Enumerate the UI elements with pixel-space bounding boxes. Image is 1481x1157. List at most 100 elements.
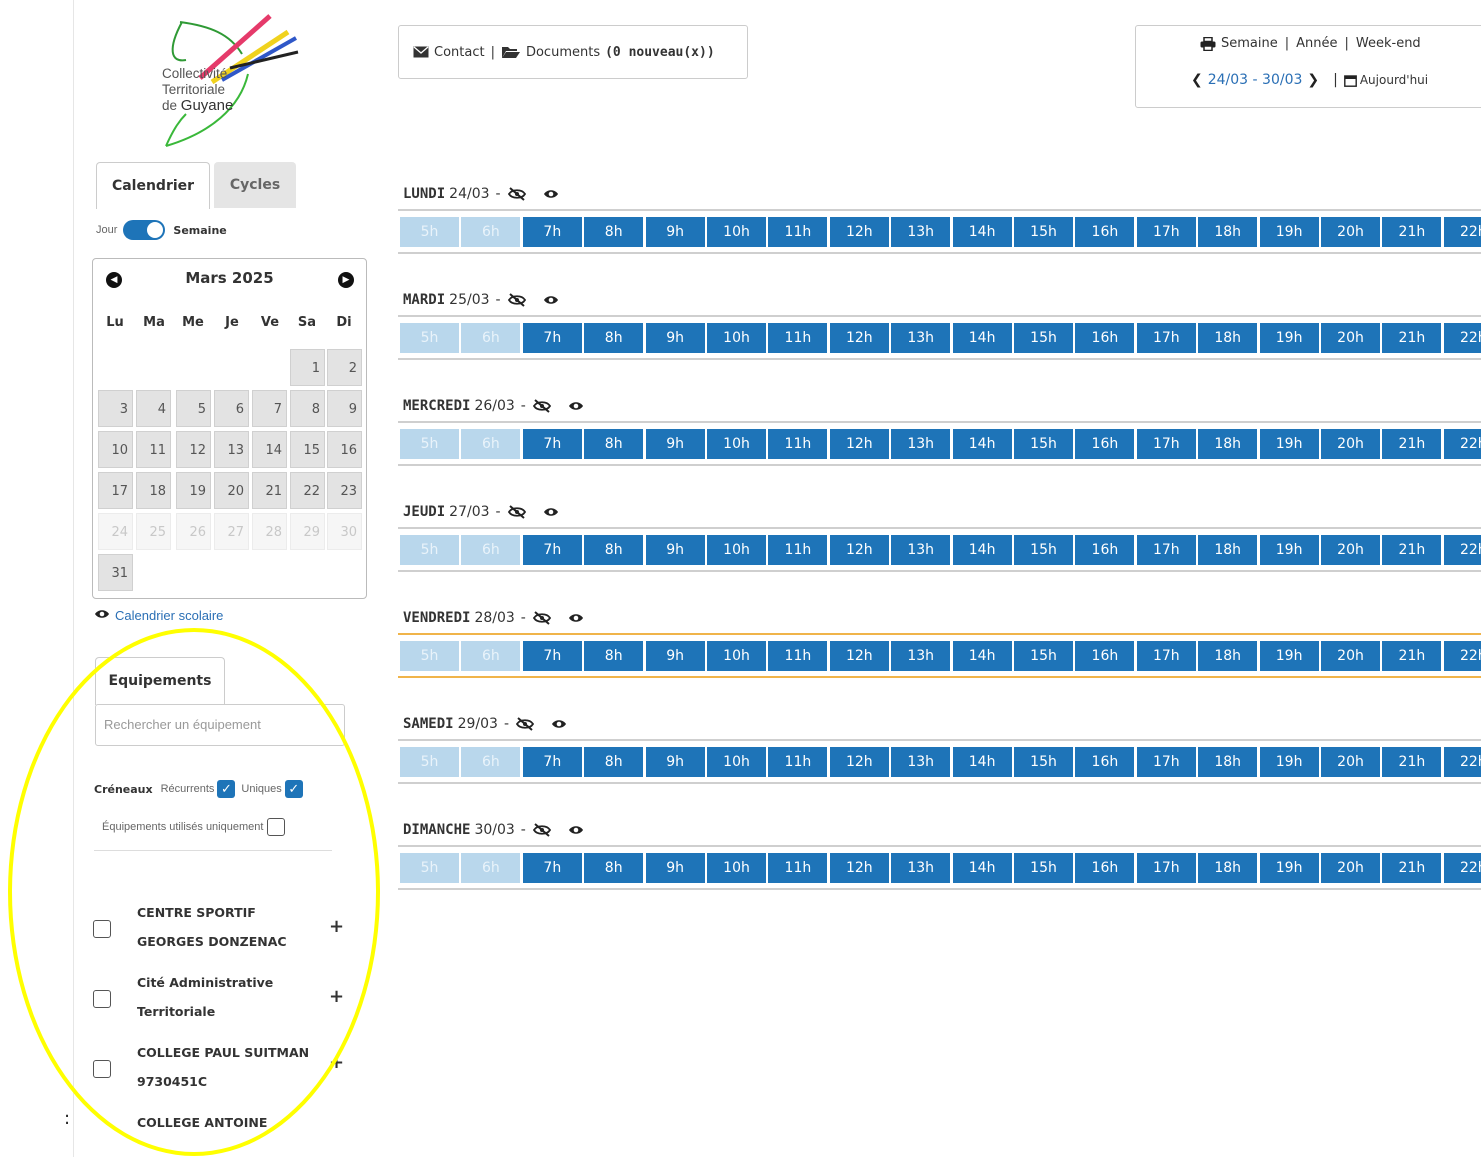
- hour-slot[interactable]: 11h: [768, 747, 828, 777]
- hour-slot[interactable]: 17h: [1136, 641, 1196, 671]
- hour-slot[interactable]: 22h: [1443, 217, 1481, 247]
- hour-slot[interactable]: 10h: [707, 217, 766, 247]
- jour-semaine-toggle[interactable]: [123, 220, 166, 240]
- calendar-day[interactable]: 1: [290, 349, 325, 386]
- hour-slot[interactable]: 21h: [1382, 747, 1442, 777]
- hour-slot[interactable]: 13h: [891, 853, 951, 883]
- school-calendar-link[interactable]: Calendrier scolaire: [94, 608, 223, 623]
- calendar-day-selected-week[interactable]: 28: [252, 513, 287, 550]
- hour-slot[interactable]: 12h: [829, 747, 889, 777]
- hour-slot[interactable]: 9h: [645, 747, 705, 777]
- hour-slot[interactable]: 20h: [1321, 747, 1380, 777]
- equipment-checkbox[interactable]: [93, 1060, 111, 1078]
- calendar-day[interactable]: 11: [136, 431, 171, 468]
- calendar-day[interactable]: 31: [98, 554, 133, 591]
- hour-slot[interactable]: 20h: [1321, 641, 1380, 671]
- hour-slot[interactable]: 15h: [1014, 641, 1073, 671]
- calendar-day[interactable]: 9: [327, 390, 362, 427]
- hour-slot[interactable]: 8h: [584, 323, 644, 353]
- calendar-day[interactable]: 7: [252, 390, 287, 427]
- view-week-link[interactable]: Semaine: [1221, 36, 1278, 51]
- calendar-day[interactable]: 23: [327, 472, 362, 509]
- hour-slot[interactable]: 6h: [461, 323, 521, 353]
- hour-slot[interactable]: 5h: [400, 853, 459, 883]
- hour-slot[interactable]: 16h: [1075, 217, 1135, 247]
- calendar-day[interactable]: 14: [252, 431, 287, 468]
- hour-slot[interactable]: 7h: [522, 747, 582, 777]
- hour-slot[interactable]: 16h: [1075, 535, 1135, 565]
- hour-slot[interactable]: 13h: [891, 747, 951, 777]
- hour-slot[interactable]: 5h: [400, 429, 459, 459]
- hour-slot[interactable]: 14h: [952, 535, 1012, 565]
- hour-slot[interactable]: 18h: [1198, 853, 1258, 883]
- tab-equipements[interactable]: Equipements: [95, 657, 225, 705]
- calendar-day[interactable]: 6: [214, 390, 249, 427]
- hour-slot[interactable]: 7h: [522, 535, 582, 565]
- hour-slot[interactable]: 16h: [1075, 853, 1135, 883]
- calendar-day[interactable]: 12: [176, 431, 211, 468]
- calendar-day-selected-week[interactable]: 24: [98, 513, 133, 550]
- calendar-day[interactable]: 15: [290, 431, 325, 468]
- calendar-day-selected-week[interactable]: 25: [136, 513, 171, 550]
- hour-slot[interactable]: 14h: [952, 217, 1012, 247]
- calendar-day[interactable]: 10: [98, 431, 133, 468]
- hour-slot[interactable]: 16h: [1075, 747, 1135, 777]
- uniques-checkbox[interactable]: ✓: [284, 780, 303, 798]
- hour-slot[interactable]: 22h: [1443, 429, 1481, 459]
- hour-slot[interactable]: 5h: [400, 747, 459, 777]
- hour-slot[interactable]: 10h: [707, 535, 766, 565]
- hour-slot[interactable]: 22h: [1443, 747, 1481, 777]
- hour-slot[interactable]: 20h: [1321, 323, 1380, 353]
- hour-slot[interactable]: 15h: [1014, 853, 1073, 883]
- hour-slot[interactable]: 19h: [1259, 641, 1319, 671]
- hour-slot[interactable]: 6h: [461, 429, 521, 459]
- used-only-checkbox[interactable]: [267, 818, 286, 836]
- eye-slash-icon[interactable]: [507, 187, 527, 201]
- hour-slot[interactable]: 6h: [461, 217, 521, 247]
- hour-slot[interactable]: 10h: [707, 429, 766, 459]
- calendar-day[interactable]: 8: [290, 390, 325, 427]
- tab-calendrier[interactable]: Calendrier: [96, 162, 210, 209]
- eye-icon[interactable]: [551, 718, 567, 730]
- expand-plus-icon[interactable]: +: [329, 1052, 344, 1073]
- eye-slash-icon[interactable]: [507, 293, 527, 307]
- hour-slot[interactable]: 14h: [952, 747, 1012, 777]
- next-month-icon[interactable]: ▶: [338, 272, 354, 288]
- view-year-link[interactable]: Année: [1296, 36, 1337, 51]
- hour-slot[interactable]: 21h: [1382, 429, 1442, 459]
- hour-slot[interactable]: 8h: [584, 535, 644, 565]
- hour-slot[interactable]: 6h: [461, 641, 521, 671]
- hour-slot[interactable]: 15h: [1014, 535, 1073, 565]
- hour-slot[interactable]: 12h: [829, 217, 889, 247]
- calendar-day[interactable]: 19: [176, 472, 211, 509]
- hour-slot[interactable]: 12h: [829, 323, 889, 353]
- hour-slot[interactable]: 19h: [1259, 747, 1319, 777]
- hour-slot[interactable]: 5h: [400, 641, 459, 671]
- hour-slot[interactable]: 22h: [1443, 853, 1481, 883]
- calendar-day[interactable]: 13: [214, 431, 249, 468]
- calendar-day[interactable]: 21: [252, 472, 287, 509]
- calendar-day[interactable]: 16: [327, 431, 362, 468]
- calendar-day[interactable]: 17: [98, 472, 133, 509]
- eye-icon[interactable]: [543, 188, 559, 200]
- view-weekend-link[interactable]: Week-end: [1356, 36, 1421, 51]
- print-icon[interactable]: [1200, 36, 1216, 51]
- documents-link[interactable]: Documents: [526, 45, 600, 60]
- hour-slot[interactable]: 11h: [768, 535, 828, 565]
- hour-slot[interactable]: 19h: [1259, 323, 1319, 353]
- hour-slot[interactable]: 18h: [1198, 641, 1258, 671]
- hour-slot[interactable]: 18h: [1198, 323, 1258, 353]
- equipment-checkbox[interactable]: [93, 990, 111, 1008]
- eye-icon[interactable]: [568, 612, 584, 624]
- calendar-day[interactable]: 20: [214, 472, 249, 509]
- calendar-day-selected-week[interactable]: 27: [214, 513, 249, 550]
- hour-slot[interactable]: 8h: [584, 853, 644, 883]
- expand-plus-icon[interactable]: +: [329, 916, 344, 937]
- hour-slot[interactable]: 16h: [1075, 429, 1135, 459]
- hour-slot[interactable]: 17h: [1136, 747, 1196, 777]
- hour-slot[interactable]: 10h: [707, 747, 766, 777]
- hour-slot[interactable]: 14h: [952, 641, 1012, 671]
- eye-icon[interactable]: [568, 824, 584, 836]
- calendar-day[interactable]: 4: [136, 390, 171, 427]
- hour-slot[interactable]: 9h: [645, 641, 705, 671]
